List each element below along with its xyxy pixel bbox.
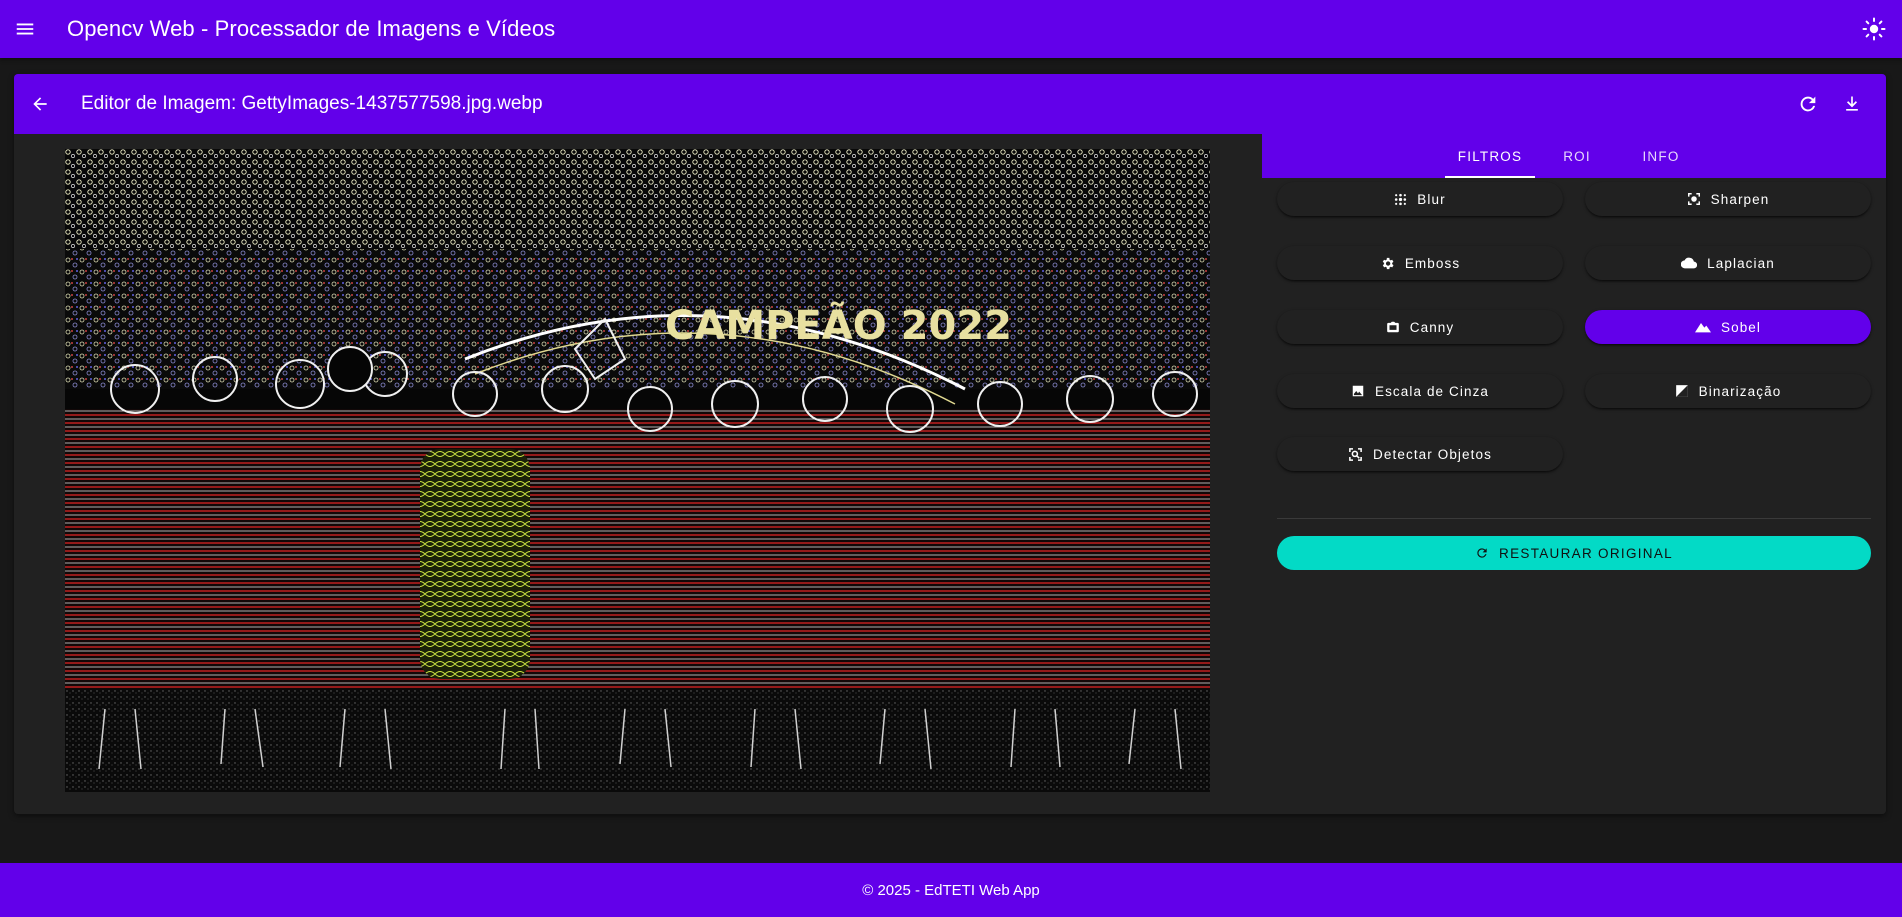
image-icon [1351, 384, 1365, 398]
panel-tabs: Filtros ROI Info [1262, 134, 1886, 178]
download-icon [1842, 94, 1862, 114]
processed-image: CAMPEÃO 2022 [65, 149, 1210, 792]
refresh-icon [1475, 546, 1489, 560]
filter-sobel-button[interactable]: Sobel [1585, 310, 1871, 344]
filter-blur-button[interactable]: Blur [1277, 182, 1563, 216]
mountain-icon [1694, 321, 1711, 333]
tab-roi[interactable]: ROI [1535, 134, 1619, 178]
filter-laplacian-button[interactable]: Laplacian [1585, 246, 1871, 280]
back-button[interactable] [18, 82, 62, 126]
cloud-icon [1681, 256, 1698, 270]
footer: © 2025 - EdTETI Web App [0, 863, 1902, 917]
editor-title: Editor de Imagem: GettyImages-1437577598… [81, 93, 543, 114]
image-banner-text: CAMPEÃO 2022 [665, 300, 1012, 349]
menu-icon [14, 18, 36, 40]
filter-binarize-button[interactable]: Binarização [1585, 374, 1871, 408]
camera-icon [1386, 320, 1400, 334]
filter-grayscale-label: Escala de Cinza [1374, 383, 1490, 399]
menu-button[interactable] [3, 7, 47, 51]
contrast-icon [1675, 384, 1689, 398]
tab-filtros[interactable]: Filtros [1445, 134, 1535, 178]
filter-laplacian-label: Laplacian [1707, 255, 1775, 271]
filter-panel: Filtros ROI Info Blur Sharpen [1262, 134, 1886, 814]
download-button[interactable] [1830, 82, 1874, 126]
sharpen-icon [1687, 192, 1701, 206]
app-bar: Opencv Web - Processador de Imagens e Ví… [0, 0, 1902, 58]
filter-grayscale-button[interactable]: Escala de Cinza [1277, 374, 1563, 408]
filter-emboss-label: Emboss [1404, 255, 1461, 271]
filter-sharpen-button[interactable]: Sharpen [1585, 182, 1871, 216]
restore-original-label: Restaurar Original [1499, 545, 1673, 561]
filter-canny-label: Canny [1409, 319, 1455, 335]
editor-card: Editor de Imagem: GettyImages-1437577598… [14, 74, 1886, 814]
sun-icon [1862, 17, 1886, 41]
footer-text: © 2025 - EdTETI Web App [862, 881, 1040, 899]
divider [1277, 518, 1871, 519]
tab-info[interactable]: Info [1619, 134, 1703, 178]
filter-detect-objects-label: Detectar Objetos [1373, 446, 1492, 462]
refresh-icon [1797, 93, 1819, 115]
restore-original-button[interactable]: Restaurar Original [1277, 536, 1871, 570]
editor-toolbar: Editor de Imagem: GettyImages-1437577598… [14, 74, 1886, 134]
filter-blur-label: Blur [1417, 191, 1446, 207]
refresh-button[interactable] [1786, 82, 1830, 126]
filter-sharpen-label: Sharpen [1710, 191, 1770, 207]
theme-toggle-button[interactable] [1852, 7, 1896, 51]
filter-emboss-button[interactable]: Emboss [1277, 246, 1563, 280]
object-detect-icon [1348, 447, 1363, 462]
blur-icon [1394, 193, 1407, 206]
app-title: Opencv Web - Processador de Imagens e Ví… [67, 16, 556, 41]
filter-detect-objects-button[interactable]: Detectar Objetos [1277, 437, 1563, 471]
gear-icon [1380, 256, 1395, 271]
filter-canny-button[interactable]: Canny [1277, 310, 1563, 344]
filter-binarize-label: Binarização [1698, 383, 1782, 399]
arrow-left-icon [30, 94, 50, 114]
filter-sobel-label: Sobel [1720, 319, 1762, 335]
